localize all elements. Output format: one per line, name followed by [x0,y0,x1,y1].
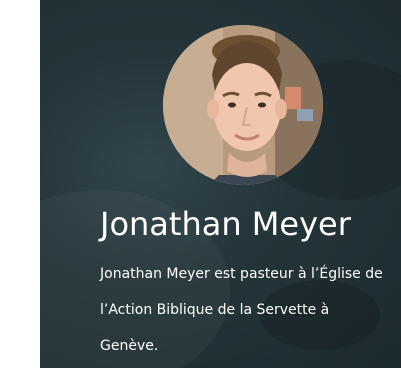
profile-bio: Jonathan Meyer est pasteur à l’Église de… [100,266,383,354]
portrait-photo [163,25,323,185]
profile-name: Jonathan Meyer [100,205,351,243]
profile-card: Jonathan Meyer Jonathan Meyer est pasteu… [40,0,401,368]
avatar [163,25,323,185]
